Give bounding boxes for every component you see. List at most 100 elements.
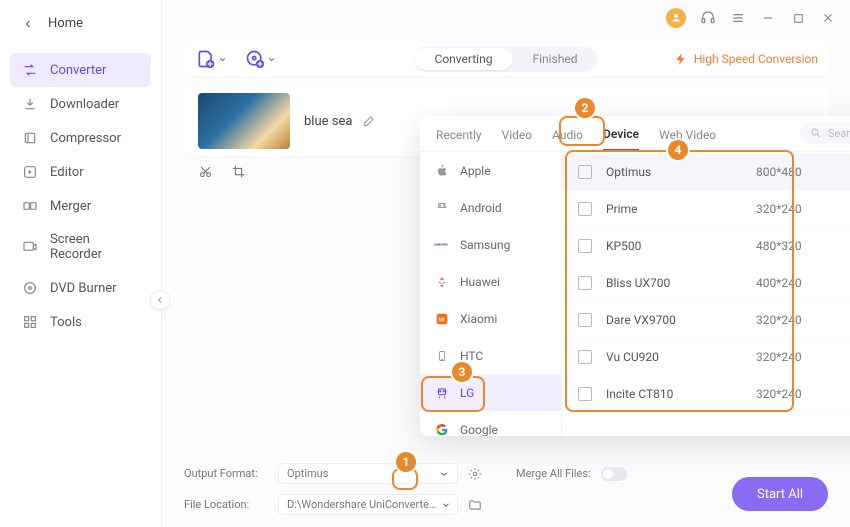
brand-huawei[interactable]: Huawei bbox=[420, 263, 561, 300]
status-tabs: Converting Finished bbox=[415, 46, 598, 72]
media-title: blue sea bbox=[304, 114, 352, 129]
output-format-select[interactable]: Optimus bbox=[278, 463, 458, 484]
editor-icon bbox=[22, 164, 38, 180]
main-panel: Converting Finished High Speed Conversio… bbox=[162, 0, 850, 527]
footer: Output Format: Optimus Merge All Files: … bbox=[184, 463, 828, 515]
bolt-icon bbox=[674, 52, 688, 66]
folder-icon[interactable] bbox=[468, 498, 482, 512]
samsung-icon: SAMSUNG bbox=[434, 237, 450, 253]
annotation-badge-4: 4 bbox=[668, 140, 688, 160]
huawei-icon bbox=[434, 274, 450, 290]
merge-toggle[interactable] bbox=[601, 467, 627, 481]
sidebar-item-label: Tools bbox=[50, 315, 82, 330]
search-placeholder: Search bbox=[828, 127, 850, 140]
add-file-button[interactable] bbox=[196, 49, 227, 69]
home-link[interactable]: Home bbox=[0, 0, 161, 47]
tab-device[interactable]: Device bbox=[603, 127, 639, 151]
top-toolbar: Converting Finished High Speed Conversio… bbox=[184, 42, 828, 76]
google-icon bbox=[434, 422, 450, 437]
xiaomi-icon: MI bbox=[434, 311, 450, 327]
high-speed-toggle[interactable]: High Speed Conversion bbox=[674, 52, 818, 66]
tab-video[interactable]: Video bbox=[502, 128, 533, 150]
device-icon bbox=[578, 350, 592, 364]
media-thumbnail[interactable] bbox=[198, 93, 290, 149]
media-tools bbox=[198, 164, 246, 179]
tab-converting[interactable]: Converting bbox=[415, 48, 513, 70]
sidebar-item-tools[interactable]: Tools bbox=[10, 305, 151, 339]
settings-icon[interactable] bbox=[468, 467, 482, 481]
file-plus-icon bbox=[196, 49, 216, 69]
rename-icon[interactable] bbox=[362, 114, 376, 128]
brand-xiaomi[interactable]: MIXiaomi bbox=[420, 300, 561, 337]
chevron-down-icon bbox=[441, 500, 451, 510]
brand-lg[interactable]: LG bbox=[420, 374, 561, 411]
chevron-down-icon bbox=[439, 469, 449, 479]
sidebar-item-converter[interactable]: Converter bbox=[10, 53, 151, 87]
android-icon bbox=[434, 200, 450, 216]
model-row[interactable]: Incite CT810320*240 bbox=[562, 376, 850, 413]
brand-apple[interactable]: Apple bbox=[420, 152, 561, 189]
sidebar-item-label: DVD Burner bbox=[50, 281, 117, 296]
tab-finished[interactable]: Finished bbox=[512, 48, 597, 70]
search-icon bbox=[810, 127, 822, 139]
merger-icon bbox=[22, 198, 38, 214]
brand-htc[interactable]: HTC bbox=[420, 337, 561, 374]
svg-text:SAMSUNG: SAMSUNG bbox=[434, 242, 448, 246]
device-icon bbox=[578, 202, 592, 216]
model-row[interactable]: Optimus800*480 bbox=[562, 154, 850, 191]
model-list: Optimus800*480 Prime320*240 KP500480*320… bbox=[562, 152, 850, 436]
start-all-button[interactable]: Start All bbox=[732, 477, 828, 511]
disc-plus-icon bbox=[245, 49, 265, 69]
apple-icon bbox=[434, 163, 450, 179]
brand-list: Apple Android SAMSUNGSamsung Huawei MIXi… bbox=[420, 152, 562, 436]
tab-audio[interactable]: Audio bbox=[552, 128, 583, 150]
sidebar-item-merger[interactable]: Merger bbox=[10, 189, 151, 223]
annotation-badge-2: 2 bbox=[575, 98, 595, 118]
sidebar-item-recorder[interactable]: Screen Recorder bbox=[10, 223, 151, 271]
annotation-badge-3: 3 bbox=[452, 362, 472, 382]
annotation-badge-1: 1 bbox=[396, 452, 416, 472]
add-dvd-button[interactable] bbox=[245, 49, 276, 69]
brand-android[interactable]: Android bbox=[420, 189, 561, 226]
dvd-icon bbox=[22, 280, 38, 296]
model-row[interactable]: Vu CU920320*240 bbox=[562, 339, 850, 376]
chevron-down-icon bbox=[218, 55, 227, 64]
sidebar-item-compressor[interactable]: Compressor bbox=[10, 121, 151, 155]
model-row[interactable]: KP500480*320 bbox=[562, 228, 850, 265]
sidebar-item-editor[interactable]: Editor bbox=[10, 155, 151, 189]
home-label: Home bbox=[48, 16, 83, 31]
chevron-down-icon bbox=[267, 55, 276, 64]
downloader-icon bbox=[22, 96, 38, 112]
model-row[interactable]: Bliss UX700400*240 bbox=[562, 265, 850, 302]
model-row[interactable]: Dare VX9700320*240 bbox=[562, 302, 850, 339]
sidebar-nav: Converter Downloader Compressor Editor M… bbox=[0, 47, 161, 345]
merge-label: Merge All Files: bbox=[516, 467, 591, 480]
format-popover: Recently Video Audio Device Web Video Se… bbox=[420, 116, 850, 436]
tools-icon bbox=[22, 314, 38, 330]
converter-icon bbox=[22, 62, 38, 78]
sidebar-item-dvd[interactable]: DVD Burner bbox=[10, 271, 151, 305]
device-icon bbox=[578, 276, 592, 290]
phone-icon bbox=[434, 348, 450, 364]
high-speed-label: High Speed Conversion bbox=[694, 52, 818, 66]
model-row[interactable]: Prime320*240 bbox=[562, 191, 850, 228]
tab-recently[interactable]: Recently bbox=[436, 128, 482, 150]
file-location-label: File Location: bbox=[184, 498, 268, 511]
brand-samsung[interactable]: SAMSUNGSamsung bbox=[420, 226, 561, 263]
search-input[interactable]: Search bbox=[800, 122, 850, 144]
recorder-icon bbox=[22, 239, 38, 255]
popover-tabs: Recently Video Audio Device Web Video Se… bbox=[420, 116, 850, 152]
compressor-icon bbox=[22, 130, 38, 146]
device-icon bbox=[578, 239, 592, 253]
sidebar-item-label: Converter bbox=[50, 63, 106, 78]
file-location-select[interactable]: D:\Wondershare UniConverter 1 bbox=[278, 494, 458, 515]
sidebar-item-downloader[interactable]: Downloader bbox=[10, 87, 151, 121]
sidebar-item-label: Editor bbox=[50, 165, 84, 180]
device-icon bbox=[578, 313, 592, 327]
sidebar-item-label: Merger bbox=[50, 199, 91, 214]
brand-google[interactable]: Google bbox=[420, 411, 561, 436]
trim-icon[interactable] bbox=[198, 164, 213, 179]
crop-icon[interactable] bbox=[231, 164, 246, 179]
sidebar-item-label: Compressor bbox=[50, 131, 121, 146]
sidebar-item-label: Screen Recorder bbox=[50, 232, 139, 262]
